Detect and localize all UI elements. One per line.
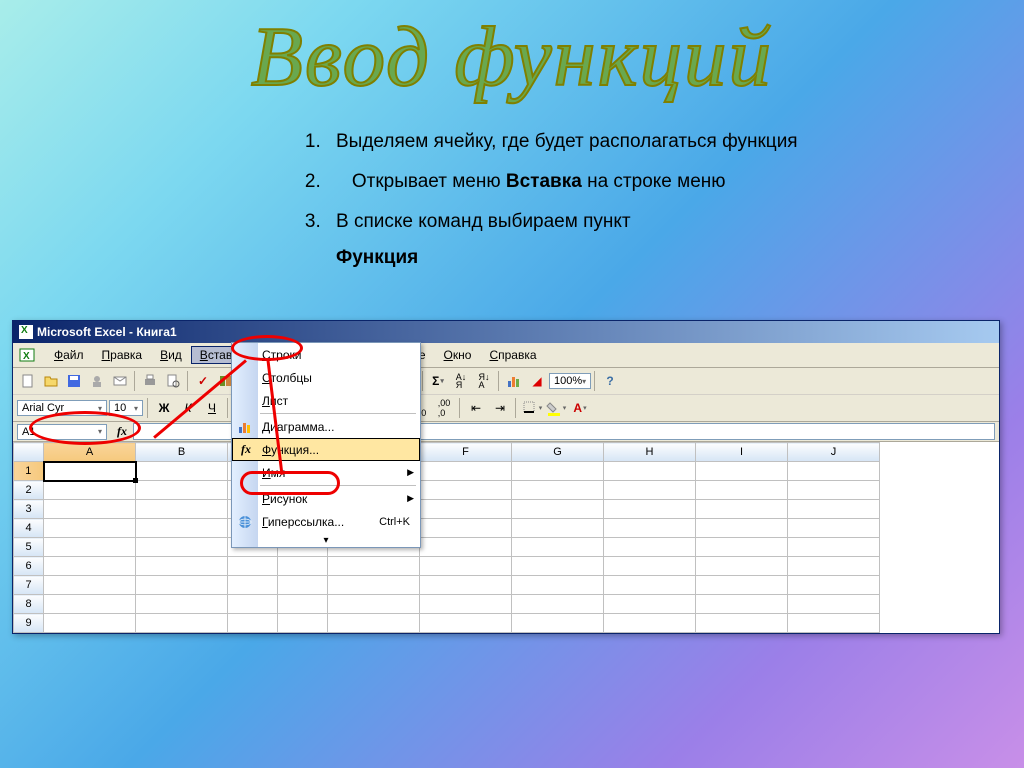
titlebar: Microsoft Excel - Книга1 (13, 321, 999, 343)
zoom-combo[interactable]: 100%▾ (549, 373, 591, 389)
preview-button[interactable] (162, 370, 184, 392)
name-box[interactable]: A1▾ (17, 424, 107, 440)
underline-button[interactable]: Ч (201, 397, 223, 419)
col-header-j[interactable]: J (788, 443, 880, 462)
col-header-h[interactable]: H (604, 443, 696, 462)
menu-window[interactable]: Окно (435, 346, 481, 364)
menu-hyperlink[interactable]: Гиперссылка...Ctrl+K (232, 510, 420, 533)
select-all-corner[interactable] (14, 443, 44, 462)
row-header-2[interactable]: 2 (14, 481, 44, 500)
row-header-9[interactable]: 9 (14, 614, 44, 633)
drawing-button[interactable]: ◢ (526, 370, 548, 392)
col-header-a[interactable]: A (44, 443, 136, 462)
menu-file[interactable]: Файл (45, 346, 93, 364)
save-button[interactable] (63, 370, 85, 392)
step-1: Выделяем ячейку, где будет располагаться… (326, 124, 1024, 164)
email-button[interactable] (109, 370, 131, 392)
shortcut-text: Ctrl+K (379, 516, 410, 528)
col-header-b[interactable]: B (136, 443, 228, 462)
menu-chart[interactable]: Диаграмма... (232, 415, 420, 438)
row-header-4[interactable]: 4 (14, 519, 44, 538)
row-header-7[interactable]: 7 (14, 576, 44, 595)
step-3-bold: Функция (336, 247, 418, 268)
row-header-6[interactable]: 6 (14, 557, 44, 576)
font-color-button[interactable]: А (569, 397, 591, 419)
step-2-before: Открывает меню (352, 171, 506, 192)
open-button[interactable] (40, 370, 62, 392)
step-2-after: на строке меню (582, 171, 726, 192)
menu-expand[interactable]: ▾ (232, 533, 420, 547)
step-3-before: В списке команд выбираем пункт (336, 211, 631, 232)
sort-asc-button[interactable]: А↓Я (450, 370, 472, 392)
fill-color-button[interactable] (545, 397, 567, 419)
bold-button[interactable]: Ж (153, 397, 175, 419)
sort-desc-button[interactable]: Я↓А (473, 370, 495, 392)
menu-sheet[interactable]: Лист (232, 389, 420, 412)
globe-icon (236, 513, 254, 531)
new-button[interactable] (17, 370, 39, 392)
submenu-arrow-icon: ▶ (407, 467, 414, 478)
insert-function-button[interactable]: fx (111, 424, 133, 439)
menu-function[interactable]: fx Функция... (232, 438, 420, 461)
step-1-text: Выделяем ячейку, где будет располагаться… (336, 131, 798, 152)
row-header-1[interactable]: 1 (14, 462, 44, 481)
svg-text:X: X (23, 351, 30, 362)
cell-a1[interactable] (44, 462, 136, 481)
borders-button[interactable] (521, 397, 543, 419)
chart-icon (236, 418, 254, 436)
formatting-toolbar: Arial Cyr▾ 10▾ Ж К Ч ≡ ≡ ≡ ⬌ % 000 ,0,00… (13, 395, 999, 422)
font-name-combo[interactable]: Arial Cyr▾ (17, 400, 107, 416)
excel-app-icon (19, 325, 33, 339)
step-2: Открывает меню Вставка на строке меню (326, 164, 1024, 204)
slide-title: Ввод функций (0, 0, 1024, 124)
window-title: Microsoft Excel - Книга1 (37, 325, 177, 339)
workbook-icon: X (19, 347, 35, 363)
step-3: В списке команд выбираем пункт Функция (326, 204, 1024, 280)
row-header-8[interactable]: 8 (14, 595, 44, 614)
font-size-combo[interactable]: 10▾ (109, 400, 143, 416)
decrease-decimal-button[interactable]: ,00,0 (433, 397, 455, 419)
standard-toolbar: ✓ ✂ ↶ ↷ Σ А↓Я Я↓А ◢ 100%▾ ? (13, 368, 999, 395)
menu-picture[interactable]: Рисунок▶ (232, 487, 420, 510)
row-header-5[interactable]: 5 (14, 538, 44, 557)
menu-columns[interactable]: Столбцы (232, 366, 420, 389)
col-header-i[interactable]: I (696, 443, 788, 462)
menu-view[interactable]: Вид (151, 346, 191, 364)
chart-wizard-button[interactable] (503, 370, 525, 392)
menu-help[interactable]: Справка (480, 346, 545, 364)
instructions-list: Выделяем ячейку, где будет располагаться… (0, 124, 1024, 280)
col-header-f[interactable]: F (420, 443, 512, 462)
row-header-3[interactable]: 3 (14, 500, 44, 519)
menubar: X Файл Правка Вид Вставка Формат Сервис … (13, 343, 999, 368)
decrease-indent-button[interactable]: ⇤ (465, 397, 487, 419)
help-button[interactable]: ? (599, 370, 621, 392)
insert-menu-dropdown: Строки Столбцы Лист Диаграмма... fx Функ… (231, 342, 421, 548)
increase-indent-button[interactable]: ⇥ (489, 397, 511, 419)
autosum-button[interactable]: Σ (427, 370, 449, 392)
step-2-bold: Вставка (506, 171, 582, 192)
menu-rows[interactable]: Строки (232, 343, 420, 366)
fx-icon: fx (237, 441, 255, 459)
col-header-g[interactable]: G (512, 443, 604, 462)
permission-button[interactable] (86, 370, 108, 392)
print-button[interactable] (139, 370, 161, 392)
excel-window: Microsoft Excel - Книга1 X Файл Правка В… (12, 320, 1000, 634)
submenu-arrow-icon: ▶ (407, 493, 414, 504)
spreadsheet-grid[interactable]: A B C D E F G H I J 1 2 3 4 5 6 7 8 9 (13, 442, 999, 633)
menu-name[interactable]: Имя▶ (232, 461, 420, 484)
menu-edit[interactable]: Правка (93, 346, 152, 364)
